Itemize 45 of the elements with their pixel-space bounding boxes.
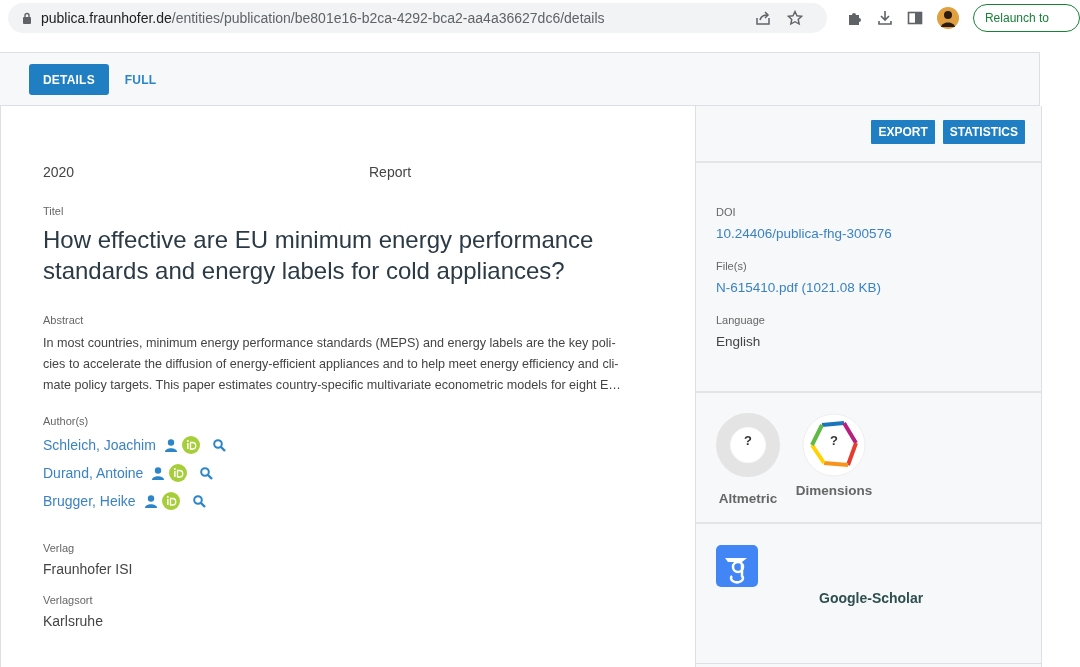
field-label: Titel bbox=[43, 205, 65, 217]
side-panel-icon[interactable] bbox=[906, 9, 923, 26]
person-icon[interactable] bbox=[152, 466, 165, 480]
scholar-icon[interactable] bbox=[716, 545, 758, 587]
field-link[interactable]: N-615410.pdf (1021.08 KB) bbox=[716, 280, 1041, 295]
field-label: DOI bbox=[716, 206, 737, 218]
field-label: Language bbox=[716, 314, 766, 326]
person-icon[interactable] bbox=[144, 494, 157, 508]
field-label: Verlag bbox=[43, 542, 76, 554]
scholar-link[interactable]: Google-Scholar bbox=[819, 590, 1041, 606]
address-bar[interactable]: publica.fraunhofer.de/entities/publication/be801e16-b2ca-4292-bca2-aa4a36627dc6/details bbox=[8, 2, 827, 33]
field-value: Fraunhofer ISI bbox=[43, 561, 134, 577]
author-link[interactable]: Schleich, Joachim bbox=[43, 437, 156, 453]
field-label: Author(s) bbox=[43, 415, 90, 427]
toolbar-button[interactable]: EXPORT bbox=[871, 120, 935, 144]
search-icon[interactable] bbox=[212, 438, 226, 452]
field-value: English bbox=[716, 334, 762, 349]
download-icon[interactable] bbox=[876, 9, 893, 26]
field-label: Abstract bbox=[43, 314, 85, 326]
search-icon[interactable] bbox=[192, 494, 206, 508]
type-text: Report bbox=[369, 164, 413, 180]
person-icon[interactable] bbox=[164, 438, 177, 452]
star-icon[interactable] bbox=[786, 9, 803, 26]
lock-icon bbox=[22, 11, 32, 24]
tab[interactable]: DETAILS bbox=[29, 64, 109, 95]
badge-text: ? bbox=[829, 433, 839, 448]
metric-label: Altmetric bbox=[718, 491, 778, 506]
field-value: Karlsruhe bbox=[43, 613, 104, 629]
field-label: Verlagsort bbox=[43, 594, 94, 606]
badge-text: ? bbox=[743, 433, 753, 448]
tab[interactable]: FULL bbox=[110, 64, 171, 95]
search-icon[interactable] bbox=[200, 466, 214, 480]
avatar-icon[interactable] bbox=[936, 6, 959, 29]
toolbar-button[interactable]: STATISTICS bbox=[942, 120, 1025, 144]
year-text: 2020 bbox=[43, 164, 76, 180]
author-link[interactable]: Brugger, Heike bbox=[43, 493, 136, 509]
abstract-text: In most countries, minimum energy performance standards (MEPS) and energy labels are the key poli- cies to accelerate the diffusion of energy-efficient appliances and to help meet energy efficiency and cli- mate policy targets. This paper estimates country-specific multivariate econometric models for eight E… bbox=[43, 335, 622, 394]
author-link[interactable]: Durand, Antoine bbox=[43, 465, 144, 481]
url-text: publica.fraunhofer.de/entities/publication/be801e16-b2ca-4292-bca2-aa4a36627dc6/details bbox=[41, 9, 605, 26]
share-icon[interactable] bbox=[754, 9, 771, 26]
field-link[interactable]: 10.24406/publica-fhg-300576 bbox=[716, 226, 1041, 241]
publication-title: How effective are EU minimum energy performance standards and energy labels for cold appliances? bbox=[43, 225, 595, 286]
metric-label: Dimensions bbox=[795, 483, 873, 498]
dimensions-badge-icon[interactable] bbox=[802, 413, 866, 477]
field-label: File(s) bbox=[716, 260, 748, 272]
